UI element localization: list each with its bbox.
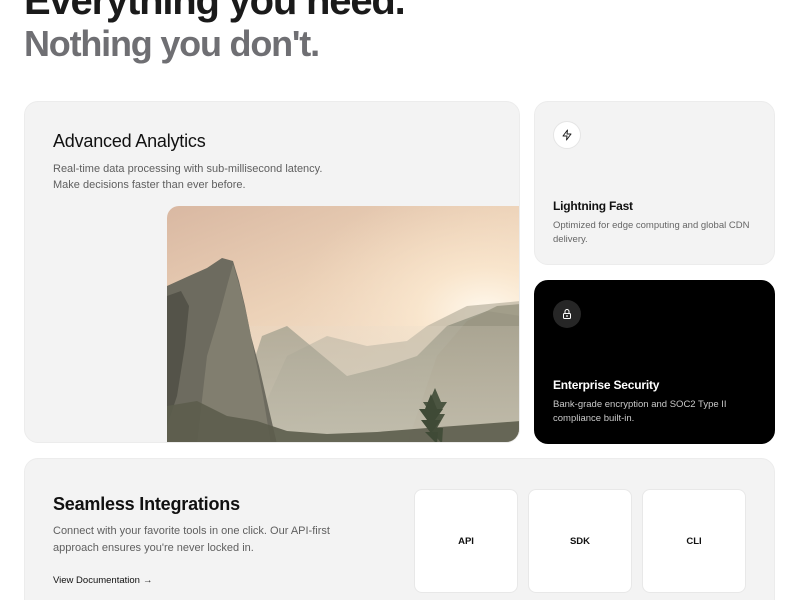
lock-icon [553,300,581,328]
lightning-fast-description: Optimized for edge computing and global … [553,220,750,245]
analytics-description: Real-time data processing with sub-milli… [53,163,323,191]
lightning-fast-card: Lightning Fast Optimized for edge comput… [534,101,775,265]
integrations-card: Seamless Integrations Connect with your … [24,458,775,600]
mountain-valley-photo [167,206,519,442]
tool-tile-cli[interactable]: CLI [642,489,746,593]
integrations-description: Connect with your favorite tools in one … [53,525,330,554]
analytics-title: Advanced Analytics [53,131,206,151]
tool-tile-sdk[interactable]: SDK [528,489,632,593]
lightning-bolt-icon [553,121,581,149]
hero-heading: Everything you need. Nothing you don't. [24,0,406,64]
tool-tile-api[interactable]: API [414,489,518,593]
enterprise-security-title: Enterprise Security [553,378,660,392]
lightning-fast-title: Lightning Fast [553,199,633,213]
enterprise-security-card: Enterprise Security Bank-grade encryptio… [534,280,775,444]
analytics-card: Advanced Analytics Real-time data proces… [24,101,520,443]
hero-title-line-1: Everything you need. [24,0,406,23]
view-documentation-label: View Documentation [53,575,140,586]
enterprise-security-description: Bank-grade encryption and SOC2 Type II c… [553,399,727,424]
hero-title-line-2: Nothing you don't. [24,23,320,64]
arrow-right-icon: → [142,575,153,586]
view-documentation-link[interactable]: View Documentation → [53,575,152,586]
integrations-title: Seamless Integrations [53,494,240,514]
